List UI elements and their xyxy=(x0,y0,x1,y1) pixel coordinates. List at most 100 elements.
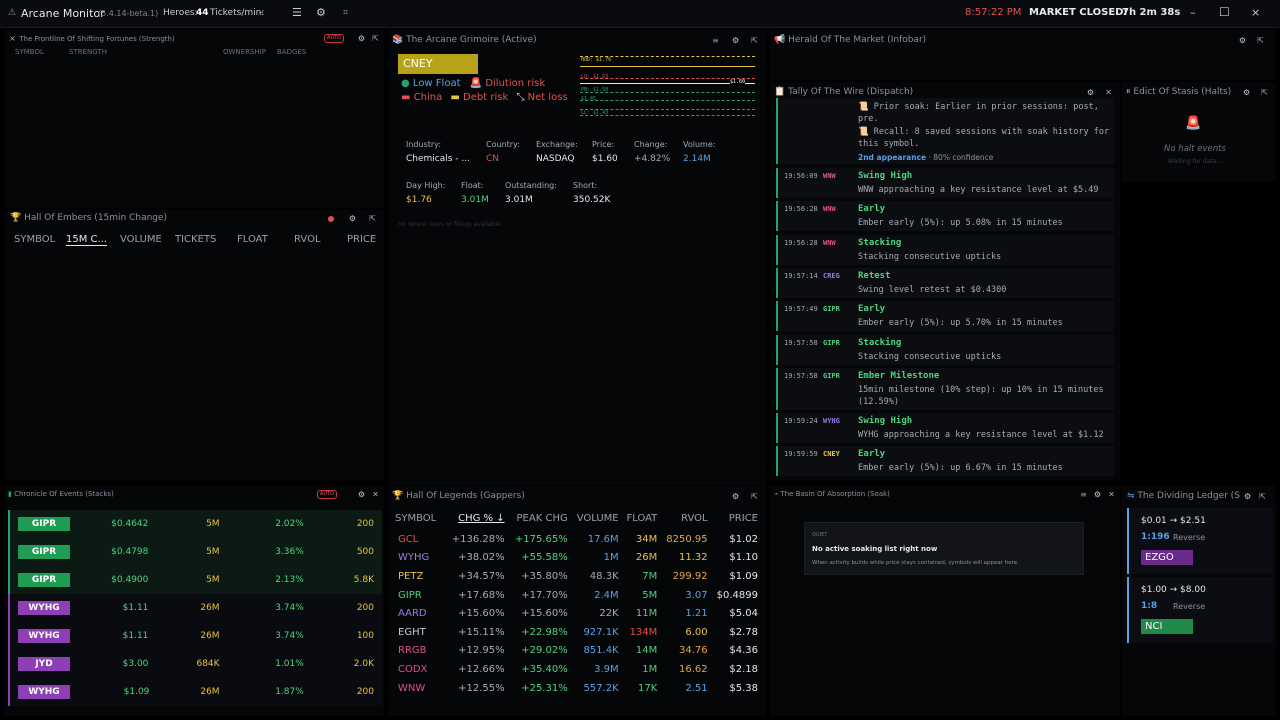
wire-event-card[interactable]: 19:57:58 GIPR Stacking Stacking consecutive… xyxy=(776,334,1114,365)
event-symbol[interactable]: WYHG xyxy=(823,417,840,425)
col-symbol[interactable]: SYMBOL xyxy=(392,506,446,530)
row-symbol[interactable]: AARD xyxy=(392,604,446,623)
popout-icon[interactable]: ⇱ xyxy=(750,36,759,45)
event-symbol[interactable]: GIPR xyxy=(823,372,840,380)
col-float[interactable]: FLOAT xyxy=(623,506,662,530)
col-rvol[interactable]: RVOL xyxy=(294,234,321,245)
row-symbol[interactable]: RRGB xyxy=(392,642,446,661)
col-symbol[interactable]: SYMBOL xyxy=(15,48,44,56)
popout-icon[interactable]: ⇱ xyxy=(750,492,759,501)
chronicle-row[interactable]: GIPR $0.4798 5M 3.36% 500 xyxy=(9,538,382,566)
gear-icon[interactable]: ⚙ xyxy=(1243,492,1252,501)
wire-event-card[interactable]: 19:56:28 WNW Stacking Stacking consecutive … xyxy=(776,234,1114,265)
col-15m-change[interactable]: 15M C... xyxy=(66,234,108,246)
wire-event-card[interactable]: 19:56:28 WNW Early Ember early (5%): up 5.0… xyxy=(776,201,1114,232)
gear-icon[interactable]: ⚙ xyxy=(357,34,366,43)
split-card[interactable]: $0.01 → $2.51 1:196 Reverse EZGO xyxy=(1127,508,1273,574)
event-symbol[interactable]: CREG xyxy=(823,272,840,280)
gear-icon[interactable]: ⚙ xyxy=(1242,88,1251,97)
close-icon[interactable]: ✕ xyxy=(371,490,380,499)
split-symbol-tag[interactable]: EZGO xyxy=(1141,550,1193,565)
grid-icon[interactable]: ⌗ xyxy=(343,8,348,18)
legends-row[interactable]: PETZ +34.57% +35.80% 48.3K 7M 299.92 $1.09 xyxy=(392,567,762,586)
gear-icon[interactable]: ⚙ xyxy=(1093,490,1102,499)
event-symbol[interactable]: WNW xyxy=(823,239,836,247)
popout-icon[interactable]: ⇱ xyxy=(1256,36,1265,45)
col-strength[interactable]: STRENGTH xyxy=(69,48,107,56)
symbol-tag[interactable]: GIPR xyxy=(18,573,70,587)
close-icon[interactable]: ✕ xyxy=(1107,490,1116,499)
col-rvol[interactable]: RVOL xyxy=(661,506,711,530)
legends-row[interactable]: GCL +136.28% +175.65% 17.6M 34M 8250.95 $1.02 xyxy=(392,530,762,549)
chronicle-row[interactable]: GIPR $0.4900 5M 2.13% 5.8K xyxy=(9,566,382,594)
row-symbol[interactable]: CODX xyxy=(392,660,446,679)
gear-icon[interactable]: ⚙ xyxy=(731,36,740,45)
popout-icon[interactable]: ⇱ xyxy=(371,34,380,43)
chronicle-row[interactable]: WYHG $1.11 26M 3.74% 100 xyxy=(9,622,382,650)
row-symbol[interactable]: WYHG xyxy=(392,549,446,568)
auto-badge[interactable]: AUTO xyxy=(317,490,338,499)
col-volume[interactable]: VOLUME xyxy=(572,506,623,530)
chronicle-row[interactable]: JYD $3.00 684K 1.01% 2.0K xyxy=(9,650,382,678)
symbol-tag[interactable]: GIPR xyxy=(18,545,70,559)
list-icon[interactable]: ≡ xyxy=(711,36,720,45)
popout-icon[interactable]: ⇱ xyxy=(1260,88,1269,97)
legends-row[interactable]: WNW +12.55% +25.31% 557.2K 17K 2.51 $5.38 xyxy=(392,679,762,698)
wire-event-card[interactable]: 19:59:24 WYHG Swing High WYHG approaching a… xyxy=(776,413,1114,444)
col-ownership[interactable]: OWNERSHIP xyxy=(223,48,266,56)
auto-badge[interactable]: AUTO xyxy=(324,34,345,43)
wire-event-card[interactable]: 19:56:09 WNW Swing High WNW approaching a k… xyxy=(776,168,1114,198)
gear-icon[interactable]: ⚙ xyxy=(731,492,740,501)
col-price[interactable]: PRICE xyxy=(712,506,762,530)
col-badges[interactable]: BADGES xyxy=(277,48,306,56)
col-price[interactable]: PRICE xyxy=(347,234,376,245)
symbol-tag[interactable]: WYHG xyxy=(18,629,70,643)
symbol-tag[interactable]: JYD xyxy=(18,657,70,671)
close-icon[interactable]: × xyxy=(8,34,17,43)
list-icon[interactable]: ≡ xyxy=(1079,490,1088,499)
row-symbol[interactable]: GCL xyxy=(392,530,446,549)
legends-row[interactable]: GIPR +17.68% +17.70% 2.4M 5M 3.07 $0.4899 xyxy=(392,586,762,605)
active-symbol-badge[interactable]: CNEY xyxy=(398,54,478,74)
gear-icon[interactable]: ⚙ xyxy=(348,214,357,223)
symbol-tag[interactable]: WYHG xyxy=(18,685,70,699)
wire-event-card[interactable]: 19:57:49 GIPR Early Ember early (5%): up 5.… xyxy=(776,301,1114,332)
wire-event-card[interactable]: 19:57:14 CREG Retest Swing level retest at … xyxy=(776,267,1114,298)
col-volume[interactable]: VOLUME xyxy=(120,234,162,245)
legends-row[interactable]: RRGB +12.95% +29.02% 851.4K 14M 34.76 $4.36 xyxy=(392,642,762,661)
chronicle-row[interactable]: WYHG $1.09 26M 1.87% 200 xyxy=(9,678,382,706)
legends-row[interactable]: WYHG +38.02% +55.58% 1M 26M 11.32 $1.10 xyxy=(392,549,762,568)
col-symbol[interactable]: SYMBOL xyxy=(14,234,55,245)
split-symbol-tag[interactable]: NCI xyxy=(1141,619,1193,634)
split-card[interactable]: $1.00 → $8.00 1:8 Reverse NCI xyxy=(1127,577,1273,643)
wire-current-card[interactable]: 📜 Prior soak: Earlier in prior sessions:… xyxy=(776,98,1114,164)
legends-row[interactable]: AARD +15.60% +15.60% 22K 11M 1.21 $5.04 xyxy=(392,604,762,623)
gear-icon[interactable]: ⚙ xyxy=(1238,36,1247,45)
event-symbol[interactable]: GIPR xyxy=(823,339,840,347)
col-chg-pct[interactable]: CHG % ↓ xyxy=(446,506,509,530)
wire-event-card[interactable]: 19:57:58 GIPR Ember Milestone 15min milesto… xyxy=(776,367,1114,410)
event-symbol[interactable]: GIPR xyxy=(823,305,840,313)
legends-row[interactable]: EGHT +15.11% +22.98% 927.1K 134M 6.00 $2.78 xyxy=(392,623,762,642)
close-window-button[interactable]: × xyxy=(1251,6,1260,19)
col-peak-chg[interactable]: PEAK CHG xyxy=(509,506,572,530)
gear-icon[interactable]: ⚙ xyxy=(1086,88,1095,97)
row-symbol[interactable]: PETZ xyxy=(392,567,446,586)
popout-icon[interactable]: ⇱ xyxy=(1258,492,1267,501)
col-tickets[interactable]: TICKETS xyxy=(175,234,216,245)
record-indicator-icon[interactable] xyxy=(328,216,334,222)
row-symbol[interactable]: WNW xyxy=(392,679,446,698)
row-symbol[interactable]: EGHT xyxy=(392,623,446,642)
menu-icon[interactable]: ☰ xyxy=(292,6,302,19)
event-symbol[interactable]: WNW xyxy=(823,205,836,213)
event-symbol[interactable]: WNW xyxy=(823,172,836,180)
event-symbol[interactable]: CNEY xyxy=(823,450,840,458)
chronicle-row[interactable]: WYHG $1.11 26M 3.74% 200 xyxy=(9,594,382,622)
gear-icon[interactable]: ⚙ xyxy=(357,490,366,499)
popout-icon[interactable]: ⇱ xyxy=(368,214,377,223)
settings-gear-icon[interactable]: ⚙ xyxy=(316,6,326,19)
symbol-tag[interactable]: WYHG xyxy=(18,601,70,615)
maximize-button[interactable]: ☐ xyxy=(1219,5,1230,19)
row-symbol[interactable]: GIPR xyxy=(392,586,446,605)
chronicle-row[interactable]: GIPR $0.4642 5M 2.02% 200 xyxy=(9,510,382,538)
